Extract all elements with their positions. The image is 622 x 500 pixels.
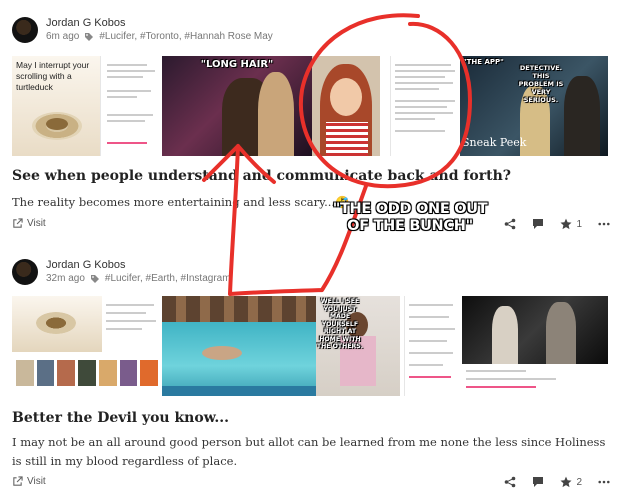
feed-post: Jordan G Kobos 32m ago #Lucifer, #Earth,…: [0, 250, 622, 500]
post-actions: Visit 2: [12, 476, 610, 492]
comment-icon[interactable]: [532, 476, 544, 488]
star-count: 1: [576, 218, 582, 230]
star-icon: [560, 476, 572, 488]
dark-couple-image[interactable]: [462, 296, 608, 396]
external-link-icon: [13, 476, 23, 486]
visit-label: Visit: [27, 476, 46, 487]
share-icon[interactable]: [504, 218, 516, 230]
meme-caption: WELL I SEE YOU JUST MADE YOURSELF RIGHT …: [316, 298, 364, 350]
post-time: 6m ago: [46, 31, 80, 42]
visit-label: Visit: [27, 218, 46, 229]
visit-link[interactable]: Visit: [12, 218, 46, 229]
author-name[interactable]: Jordan G Kobos: [46, 16, 273, 30]
share-icon[interactable]: [504, 476, 516, 488]
image-strip[interactable]: WELL I SEE YOU JUST MADE YOURSELF RIGHT …: [12, 296, 608, 396]
post-actions: Visit 1: [12, 218, 610, 234]
star-button[interactable]: 2: [560, 476, 582, 488]
tag-icon: [90, 274, 100, 284]
detective-caption: DETECTIVE. THIS PROBLEM IS VERY SERIOUS.: [518, 64, 564, 104]
post-title[interactable]: Better the Devil you know...: [12, 410, 229, 426]
annotation-note: "THE ODD ONE OUT OF THE BUNCH": [332, 201, 488, 234]
image-strip[interactable]: May I interrupt your scrolling with a tu…: [12, 56, 608, 156]
feed-post: Jordan G Kobos 6m ago #Lucifer, #Toronto…: [0, 0, 622, 250]
external-link-icon: [13, 218, 23, 228]
avatar[interactable]: [12, 17, 38, 43]
post-title[interactable]: See when people understand and communica…: [12, 168, 511, 184]
sneak-peek-label: Sneak Peek: [462, 136, 527, 149]
post-time: 32m ago: [46, 273, 85, 284]
meme-image[interactable]: WELL I SEE YOU JUST MADE YOURSELF RIGHT …: [316, 296, 462, 396]
the-app-caption: "THE APP": [463, 58, 504, 66]
author-name[interactable]: Jordan G Kobos: [46, 258, 231, 272]
star-count: 2: [576, 476, 582, 488]
post-meta: 32m ago #Lucifer, #Earth, #Instagram: [46, 272, 231, 286]
comment-icon[interactable]: [532, 218, 544, 230]
more-options-icon[interactable]: [598, 476, 610, 488]
avatar[interactable]: [12, 259, 38, 285]
long-hair-image[interactable]: "LONG HAIR": [162, 56, 312, 156]
turtle-caption: May I interrupt your scrolling with a tu…: [16, 60, 90, 92]
portrait-image[interactable]: [312, 56, 460, 156]
turtle-screenshot-image[interactable]: [12, 296, 162, 396]
post-tags[interactable]: #Lucifer, #Toronto, #Hannah Rose May: [99, 30, 272, 44]
pool-image[interactable]: [162, 296, 316, 396]
visit-link[interactable]: Visit: [12, 476, 46, 487]
long-hair-caption: "LONG HAIR": [200, 59, 274, 70]
star-button[interactable]: 1: [560, 218, 582, 230]
post-header: Jordan G Kobos 6m ago #Lucifer, #Toronto…: [12, 16, 273, 44]
star-icon: [560, 218, 572, 230]
post-meta: 6m ago #Lucifer, #Toronto, #Hannah Rose …: [46, 30, 273, 44]
tag-icon: [84, 32, 94, 42]
turtle-image[interactable]: May I interrupt your scrolling with a tu…: [12, 56, 162, 156]
more-options-icon[interactable]: [598, 218, 610, 230]
post-tags[interactable]: #Lucifer, #Earth, #Instagram: [105, 272, 231, 286]
detective-image[interactable]: "THE APP" DETECTIVE. THIS PROBLEM IS VER…: [460, 56, 608, 156]
post-header: Jordan G Kobos 32m ago #Lucifer, #Earth,…: [12, 258, 231, 286]
post-description: I may not be an all around good person b…: [12, 435, 606, 468]
post-description: The reality becomes more entertaining an…: [12, 195, 350, 209]
